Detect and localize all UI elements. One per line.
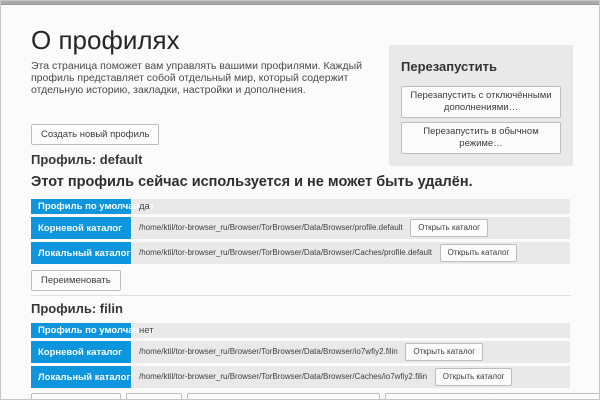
- default-profile-label: Профиль по умолчанию: [31, 323, 131, 338]
- default-profile-value: да: [132, 199, 570, 214]
- create-new-profile-button[interactable]: Создать новый профиль: [31, 124, 159, 145]
- table-row: Профиль по умолчанию нет: [31, 323, 570, 338]
- rename-profile-button[interactable]: Переименовать: [31, 393, 121, 400]
- table-row: Локальный каталог /home/ktil/tor-browser…: [31, 242, 570, 264]
- about-profiles-page: Перезапустить Перезапустить с отключённы…: [0, 0, 600, 400]
- profile-filin-table: Профиль по умолчанию нет Корневой катало…: [30, 320, 571, 391]
- open-directory-button[interactable]: Открыть каталог: [435, 368, 513, 386]
- default-profile-value: нет: [132, 323, 570, 338]
- profile-default-table: Профиль по умолчанию да Корневой каталог…: [30, 196, 571, 267]
- profile-filin-heading: Профиль: filin: [31, 302, 571, 316]
- set-default-profile-button[interactable]: Установить как профиль по умолчанию: [187, 393, 380, 400]
- restart-panel: Перезапустить Перезапустить с отключённы…: [389, 45, 573, 166]
- table-row: Профиль по умолчанию да: [31, 199, 570, 214]
- launch-profile-button[interactable]: Запустить ещё один браузер с этим профил…: [385, 393, 600, 400]
- open-directory-button[interactable]: Открыть каталог: [405, 343, 483, 361]
- local-directory-label: Локальный каталог: [31, 242, 131, 264]
- window-top-edge: [1, 1, 599, 5]
- profile-actions-row: Переименовать Удалить Установить как про…: [31, 393, 571, 400]
- root-directory-path: /home/ktil/tor-browser_ru/Browser/TorBro…: [139, 347, 398, 356]
- open-directory-button[interactable]: Открыть каталог: [440, 244, 518, 262]
- profile-in-use-notice: Этот профиль сейчас используется и не мо…: [31, 174, 571, 191]
- local-directory-path: /home/ktil/tor-browser_ru/Browser/TorBro…: [139, 372, 427, 381]
- root-directory-label: Корневой каталог: [31, 217, 131, 239]
- local-directory-cell: /home/ktil/tor-browser_ru/Browser/TorBro…: [132, 242, 570, 264]
- restart-panel-heading: Перезапустить: [401, 59, 561, 74]
- page-description: Эта страница поможет вам управлять вашим…: [31, 60, 387, 96]
- local-directory-cell: /home/ktil/tor-browser_ru/Browser/TorBro…: [132, 366, 570, 388]
- root-directory-label: Корневой каталог: [31, 341, 131, 363]
- profile-divider: [31, 295, 571, 296]
- local-directory-label: Локальный каталог: [31, 366, 131, 388]
- root-directory-cell: /home/ktil/tor-browser_ru/Browser/TorBro…: [132, 217, 570, 239]
- default-profile-label: Профиль по умолчанию: [31, 199, 131, 214]
- open-directory-button[interactable]: Открыть каталог: [410, 219, 488, 237]
- remove-profile-button[interactable]: Удалить: [126, 393, 182, 400]
- table-row: Корневой каталог /home/ktil/tor-browser_…: [31, 217, 570, 239]
- rename-profile-button[interactable]: Переименовать: [31, 270, 121, 291]
- local-directory-path: /home/ktil/tor-browser_ru/Browser/TorBro…: [139, 248, 432, 257]
- root-directory-path: /home/ktil/tor-browser_ru/Browser/TorBro…: [139, 223, 403, 232]
- restart-normal-mode-button[interactable]: Перезапустить в обычном режиме…: [401, 122, 561, 154]
- root-directory-cell: /home/ktil/tor-browser_ru/Browser/TorBro…: [132, 341, 570, 363]
- table-row: Корневой каталог /home/ktil/tor-browser_…: [31, 341, 570, 363]
- restart-addons-disabled-button[interactable]: Перезапустить с отключёнными дополнениям…: [401, 86, 561, 118]
- table-row: Локальный каталог /home/ktil/tor-browser…: [31, 366, 570, 388]
